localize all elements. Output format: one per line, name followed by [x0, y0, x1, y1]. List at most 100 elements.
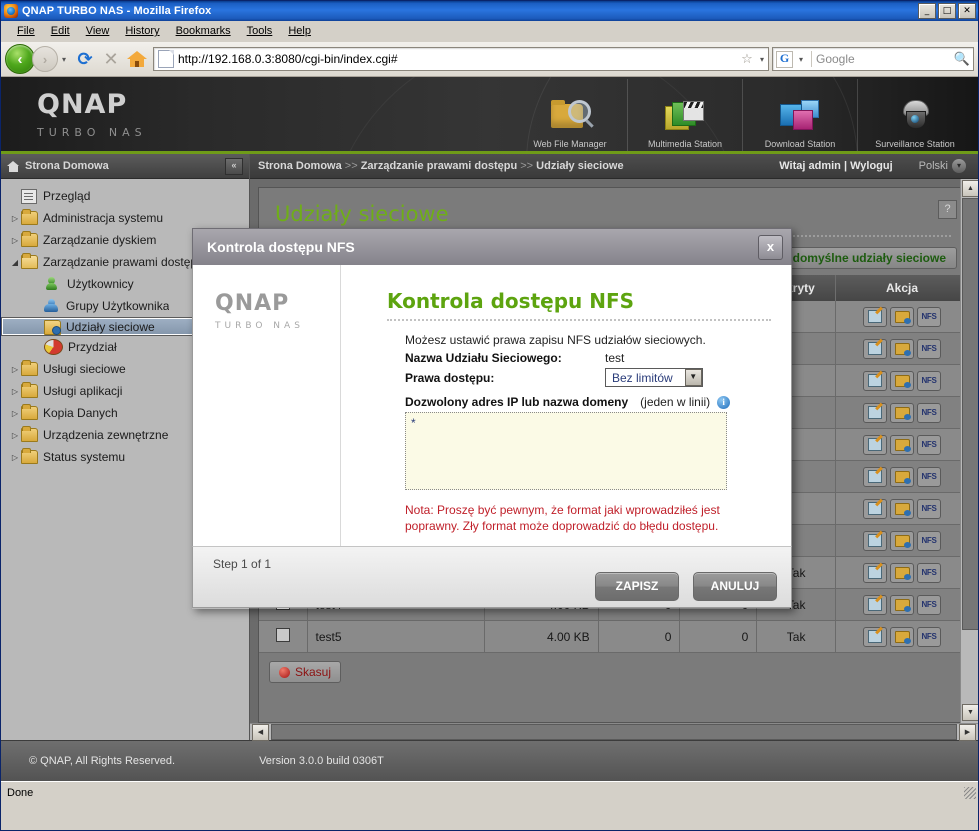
- save-button[interactable]: ZAPISZ: [595, 571, 679, 601]
- scroll-right-button[interactable]: ▶: [959, 723, 976, 741]
- folder-permission-icon[interactable]: [890, 562, 914, 583]
- folder-permission-icon[interactable]: [890, 306, 914, 327]
- content-horizontal-scrollbar[interactable]: ◀ ▶: [250, 723, 978, 741]
- breadcrumb-home[interactable]: Strona Domowa: [258, 160, 342, 172]
- edit-icon[interactable]: [863, 562, 887, 583]
- sidebar-item-administracja-systemu[interactable]: ▷ Administracja systemu: [1, 207, 249, 229]
- breadcrumb-section[interactable]: Zarządzanie prawami dostępu: [361, 160, 517, 172]
- chevron-down-icon[interactable]: ◢: [9, 258, 21, 267]
- content-vertical-scrollbar[interactable]: ▲ ▼: [960, 179, 978, 723]
- stop-icon[interactable]: ✕: [98, 46, 124, 72]
- menu-history[interactable]: History: [117, 23, 167, 39]
- google-icon[interactable]: G: [776, 50, 793, 68]
- scroll-down-button[interactable]: ▼: [962, 704, 978, 721]
- chevron-right-icon[interactable]: ▷: [9, 431, 21, 440]
- access-rights-row: Prawa dostępu: Bez limitów ▼: [405, 368, 771, 387]
- station-download[interactable]: Download Station: [742, 79, 857, 151]
- nfs-icon[interactable]: NFS: [917, 594, 941, 615]
- search-magnifier-icon[interactable]: 🔍: [951, 51, 973, 67]
- cancel-button[interactable]: ANULUJ: [693, 571, 777, 601]
- folder-permission-icon[interactable]: [890, 434, 914, 455]
- close-button[interactable]: ✕: [958, 3, 976, 19]
- chevron-down-icon[interactable]: ▼: [684, 369, 702, 386]
- delete-button[interactable]: Skasuj: [269, 661, 342, 683]
- scroll-up-button[interactable]: ▲: [962, 180, 978, 197]
- resize-grip[interactable]: [964, 787, 976, 799]
- chevron-right-icon[interactable]: ▷: [9, 387, 21, 396]
- edit-icon[interactable]: [863, 626, 887, 647]
- folder-permission-icon[interactable]: [890, 466, 914, 487]
- welcome-logout[interactable]: Witaj admin | Wyloguj: [779, 160, 892, 172]
- menu-bookmarks[interactable]: Bookmarks: [168, 23, 239, 39]
- minimize-button[interactable]: _: [918, 3, 936, 19]
- edit-icon[interactable]: [863, 466, 887, 487]
- nfs-icon[interactable]: NFS: [917, 338, 941, 359]
- dialog-close-button[interactable]: x: [758, 234, 783, 260]
- folder-permission-icon[interactable]: [890, 626, 914, 647]
- edit-icon[interactable]: [863, 434, 887, 455]
- home-button[interactable]: [124, 46, 150, 72]
- folder-permission-icon[interactable]: [890, 338, 914, 359]
- search-bar[interactable]: G ▾ Google 🔍: [772, 47, 974, 71]
- forward-button[interactable]: ›: [32, 46, 58, 72]
- nfs-icon[interactable]: NFS: [917, 562, 941, 583]
- search-input[interactable]: Google: [816, 52, 951, 66]
- nfs-icon[interactable]: NFS: [917, 434, 941, 455]
- edit-icon[interactable]: [863, 498, 887, 519]
- maximize-button[interactable]: □: [938, 3, 956, 19]
- folder-permission-icon[interactable]: [890, 402, 914, 423]
- edit-icon[interactable]: [863, 402, 887, 423]
- back-button[interactable]: ‹: [5, 44, 35, 74]
- allowed-ip-textarea[interactable]: *: [405, 412, 727, 490]
- station-web-file-manager[interactable]: Web File Manager: [513, 79, 627, 151]
- language-selector[interactable]: Polski ▾: [919, 159, 966, 173]
- search-engine-dropdown-icon[interactable]: ▾: [795, 55, 807, 64]
- chevron-right-icon[interactable]: ▷: [9, 365, 21, 374]
- menu-view[interactable]: View: [78, 23, 118, 39]
- url-bar[interactable]: http://192.168.0.3:8080/cgi-bin/index.cg…: [153, 47, 769, 71]
- nfs-icon[interactable]: NFS: [917, 370, 941, 391]
- sidebar-collapse-button[interactable]: «: [225, 157, 243, 175]
- chevron-right-icon[interactable]: ▷: [9, 453, 21, 462]
- edit-icon[interactable]: [863, 594, 887, 615]
- sidebar-item-przeglad[interactable]: Przegląd: [1, 185, 249, 207]
- help-button[interactable]: ?: [938, 200, 957, 219]
- folder-permission-icon[interactable]: [890, 530, 914, 551]
- scroll-left-button[interactable]: ◀: [252, 723, 269, 741]
- info-icon[interactable]: i: [717, 395, 731, 409]
- edit-icon[interactable]: [863, 338, 887, 359]
- menu-help[interactable]: Help: [280, 23, 319, 39]
- nfs-icon[interactable]: NFS: [917, 498, 941, 519]
- edit-icon[interactable]: [863, 370, 887, 391]
- edit-icon[interactable]: [863, 530, 887, 551]
- scroll-thumb[interactable]: [962, 198, 978, 630]
- menu-tools[interactable]: Tools: [239, 23, 281, 39]
- url-dropdown-icon[interactable]: ▾: [756, 55, 768, 64]
- folder-permission-icon[interactable]: [890, 594, 914, 615]
- nfs-icon[interactable]: NFS: [917, 306, 941, 327]
- menu-edit[interactable]: Edit: [43, 23, 78, 39]
- chevron-right-icon[interactable]: ▷: [9, 214, 21, 223]
- delete-row: Skasuj: [259, 653, 969, 693]
- folder-permission-icon[interactable]: [890, 498, 914, 519]
- nfs-icon[interactable]: NFS: [917, 466, 941, 487]
- bookmark-star-icon[interactable]: ☆: [738, 51, 756, 67]
- folder-permission-icon[interactable]: [890, 370, 914, 391]
- chevron-down-icon[interactable]: ▾: [952, 159, 966, 173]
- table-row[interactable]: test5 4.00 KB 0 0 Tak NFS: [259, 620, 969, 653]
- nfs-icon[interactable]: NFS: [917, 626, 941, 647]
- station-surveillance[interactable]: Surveillance Station: [857, 79, 972, 151]
- edit-icon[interactable]: [863, 306, 887, 327]
- menu-file[interactable]: File: [9, 23, 43, 39]
- reload-icon[interactable]: ⟳: [72, 46, 98, 72]
- station-multimedia[interactable]: Multimedia Station: [627, 79, 742, 151]
- nfs-icon[interactable]: NFS: [917, 402, 941, 423]
- url-input[interactable]: http://192.168.0.3:8080/cgi-bin/index.cg…: [178, 52, 738, 66]
- nfs-icon[interactable]: NFS: [917, 530, 941, 551]
- hscroll-thumb[interactable]: [271, 724, 957, 740]
- chevron-right-icon[interactable]: ▷: [9, 236, 21, 245]
- access-rights-select[interactable]: Bez limitów ▼: [605, 368, 703, 387]
- history-dropdown-icon[interactable]: ▾: [59, 55, 69, 64]
- chevron-right-icon[interactable]: ▷: [9, 409, 21, 418]
- row-checkbox[interactable]: [275, 628, 290, 642]
